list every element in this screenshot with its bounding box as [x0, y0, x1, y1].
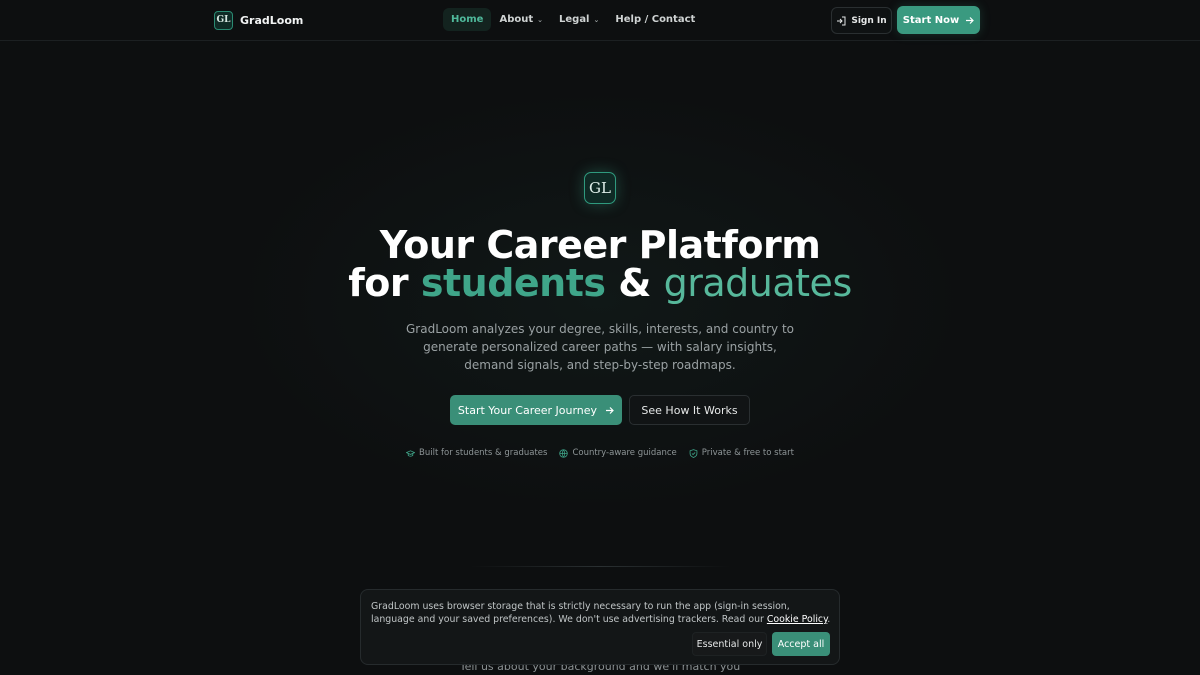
- badge-country: Country-aware guidance: [559, 447, 677, 459]
- nav-link-label: About: [499, 14, 534, 25]
- badge-students: Built for students & graduates: [406, 447, 547, 459]
- chevron-down-icon: ⌄: [537, 15, 543, 24]
- badge-label: Built for students & graduates: [419, 448, 548, 458]
- essential-only-label: Essential only: [696, 638, 763, 650]
- sign-in-icon: [837, 16, 846, 25]
- cta-primary-label: Start Your Career Journey: [457, 403, 598, 417]
- hero-title-graduates: graduates: [663, 261, 853, 305]
- hero-subtitle: GradLoom analyzes your degree, skills, i…: [406, 322, 794, 372]
- cookie-banner: GradLoom uses browser storage that is st…: [360, 589, 840, 665]
- sign-in-label: Sign In: [851, 15, 887, 26]
- hero-title-line-1: Your Career Platform: [379, 223, 821, 267]
- nav-link-help-contact[interactable]: Help / Contact: [607, 8, 703, 31]
- chevron-down-icon: ⌄: [593, 15, 600, 24]
- start-career-journey-button[interactable]: Start Your Career Journey: [450, 395, 622, 425]
- brand-name: GradLoom: [240, 13, 304, 27]
- start-now-button[interactable]: Start Now: [897, 6, 980, 34]
- cookie-text-body: GradLoom uses browser storage that is st…: [371, 601, 790, 625]
- shield-icon: [689, 448, 698, 458]
- nav-link-label: Help / Contact: [615, 14, 696, 25]
- nav-link-home[interactable]: Home: [443, 8, 492, 31]
- nav-links: Home About ⌄ Legal ⌄ Help / Contact: [443, 8, 703, 31]
- cta-secondary-label: See How It Works: [641, 403, 738, 417]
- section-divider: [470, 566, 730, 567]
- brand-logo-icon: GL: [214, 10, 233, 30]
- accept-all-label: Accept all: [777, 638, 825, 650]
- hero-logo-icon: GL: [584, 172, 616, 204]
- sign-in-button[interactable]: Sign In: [831, 7, 892, 34]
- badge-private: Private & free to start: [689, 447, 794, 459]
- essential-only-button[interactable]: Essential only: [692, 632, 767, 656]
- accept-all-button[interactable]: Accept all: [772, 632, 830, 656]
- see-how-it-works-button[interactable]: See How It Works: [629, 395, 750, 425]
- nav-link-legal[interactable]: Legal ⌄: [551, 8, 607, 31]
- cookie-text-end: .: [827, 614, 831, 625]
- cookie-policy-link[interactable]: Cookie Policy: [767, 614, 827, 625]
- cookie-text: GradLoom uses browser storage that is st…: [371, 600, 833, 626]
- graduation-cap-icon: [406, 449, 416, 457]
- top-nav: GL GradLoom Home About ⌄ Legal ⌄ Help / …: [0, 0, 1200, 41]
- hero-title-for: for: [348, 261, 409, 305]
- arrow-right-icon: [606, 406, 614, 414]
- globe-icon: [559, 448, 569, 458]
- trust-badges: Built for students & graduates Country-a…: [0, 447, 1200, 459]
- nav-link-label: Legal: [559, 14, 590, 25]
- nav-link-about[interactable]: About ⌄: [491, 8, 551, 31]
- nav-link-label: Home: [451, 14, 484, 25]
- badge-label: Country-aware guidance: [572, 448, 677, 458]
- hero-title-line-2: for students & graduates: [0, 264, 1200, 302]
- start-now-label: Start Now: [902, 14, 960, 26]
- hero-title-amp: &: [618, 261, 651, 305]
- hero-title-students: students: [420, 261, 606, 305]
- arrow-right-icon: [966, 16, 975, 24]
- badge-label: Private & free to start: [701, 448, 794, 458]
- brand-link[interactable]: GL GradLoom: [214, 10, 303, 30]
